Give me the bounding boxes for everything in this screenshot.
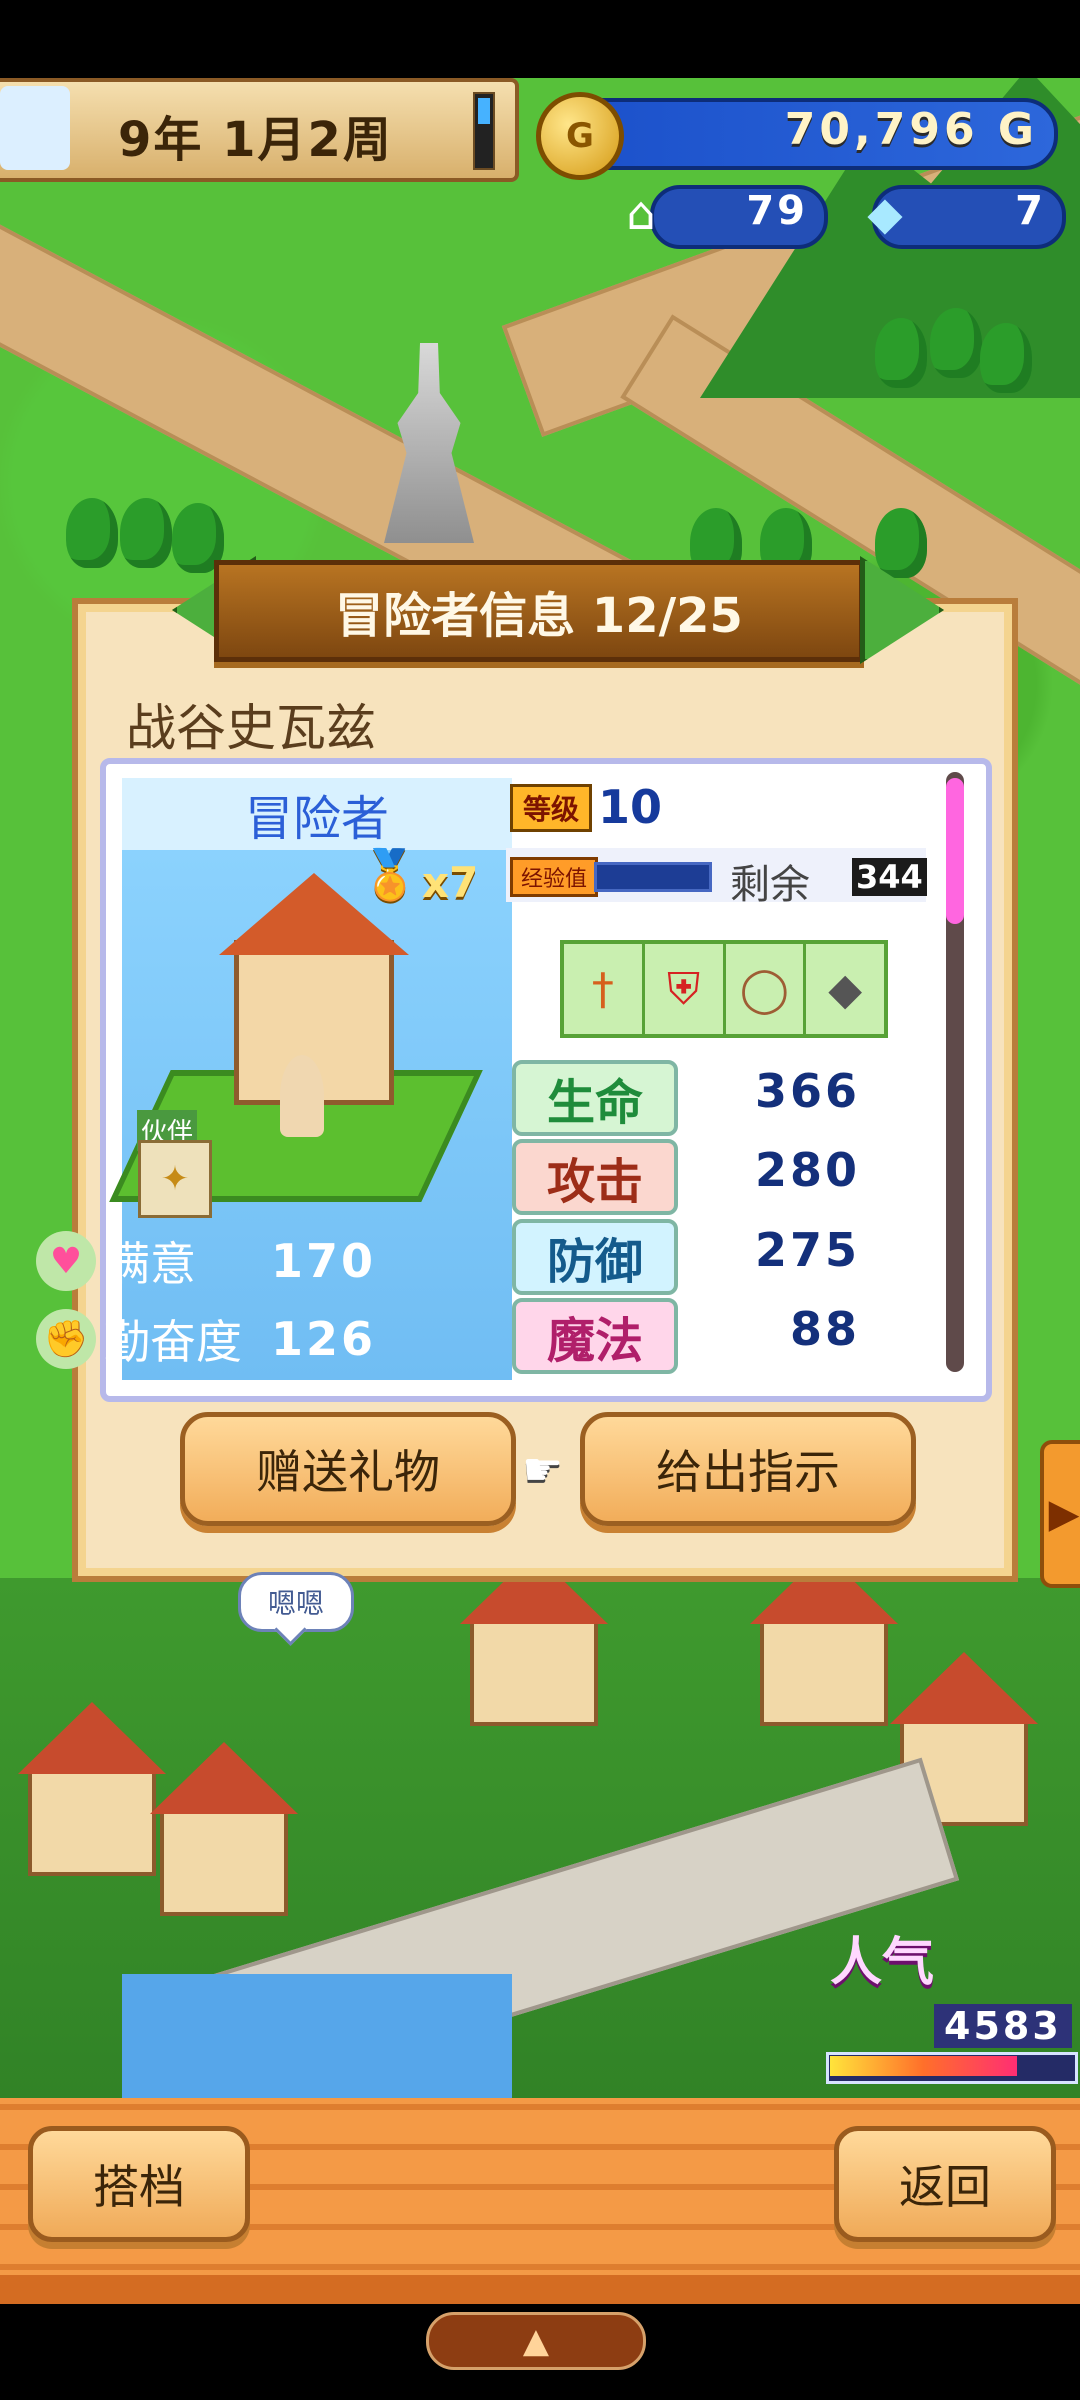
level-badge: 等级 (510, 784, 592, 832)
tree (120, 498, 172, 568)
satisfaction-label: 满意 (104, 1237, 196, 1291)
dialog-title: 冒险者信息 12/25 (214, 560, 864, 662)
stat-attack-value: 280 (754, 1143, 860, 1197)
popularity-label: 人气 (830, 1933, 935, 1993)
equipment-row[interactable]: † ⛨ ◯ ◆ (560, 940, 888, 1038)
pointing-hand-icon: ☛ (522, 1442, 564, 1496)
date-panel: 9年 1月2周 (0, 78, 519, 182)
stat-hp-value: 366 (754, 1064, 860, 1118)
stat-magic-label: 魔法 (512, 1298, 678, 1374)
crystal-icon: ◆ (867, 186, 903, 240)
ring-icon[interactable]: ◯ (726, 944, 807, 1034)
house-icon: ⌂ (626, 186, 656, 240)
heart-icon: ♥ (36, 1231, 96, 1291)
gold-value: 70,796 G (784, 104, 1038, 155)
stat-attack-label: 攻击 (512, 1139, 678, 1215)
house-count: 79 (746, 188, 808, 234)
stat-defense-label: 防御 (512, 1219, 678, 1295)
stat-magic-value: 88 (789, 1302, 860, 1356)
accessory-icon[interactable]: ◆ (806, 944, 884, 1034)
remaining-label: 剩余 (730, 862, 810, 908)
tree (66, 498, 118, 568)
diligence-value: 126 (270, 1312, 376, 1366)
back-button[interactable]: 返回 (834, 2126, 1056, 2242)
side-arrow-tab[interactable]: ▶ (1040, 1440, 1080, 1588)
status-bar (0, 0, 1080, 78)
adventurer-name: 战谷史瓦兹 (126, 699, 376, 757)
stat-hp-label: 生命 (512, 1060, 678, 1136)
adventurer-sprite (280, 1055, 324, 1137)
satisfaction-row: ♥ 满意 170 (36, 1224, 376, 1298)
house (470, 1618, 598, 1726)
gold-coin-icon: G (536, 92, 624, 180)
popularity-value: 4583 (934, 2004, 1072, 2048)
tree (930, 308, 982, 378)
experience-bar (594, 862, 712, 892)
sword-icon[interactable]: † (564, 944, 645, 1034)
give-gift-button[interactable]: 赠送礼物 (180, 1412, 516, 1526)
house (28, 1768, 156, 1876)
fist-icon: ✊ (36, 1309, 96, 1369)
class-label: 冒险者 (122, 778, 512, 850)
partner-button[interactable]: 搭档 (28, 2126, 250, 2242)
medal-icon: 🏅 (360, 847, 420, 903)
speech-bubble: 嗯嗯 (238, 1572, 354, 1632)
snowflake-icon (0, 86, 70, 170)
armor-icon[interactable]: ⛨ (645, 944, 726, 1034)
house (760, 1618, 888, 1726)
satisfaction-value: 170 (270, 1234, 376, 1288)
expand-up-button[interactable]: ▲ (426, 2312, 646, 2370)
remaining-value: 344 (852, 858, 927, 896)
season-meter (473, 92, 495, 170)
house (160, 1808, 288, 1916)
give-instruction-button[interactable]: 给出指示 (580, 1412, 916, 1526)
date-text: 9年 1月2周 (118, 112, 393, 168)
tree (875, 508, 927, 578)
diligence-row: ✊ 勤奋度 126 (36, 1302, 376, 1376)
tree (980, 323, 1032, 393)
experience-badge: 经验值 (510, 857, 598, 897)
crystal-count: 7 (1015, 188, 1046, 234)
scroll-thumb[interactable] (946, 778, 964, 924)
level-value: 10 (598, 780, 663, 834)
popularity-fill (830, 2056, 1018, 2076)
diligence-label: 勤奋度 (104, 1315, 242, 1369)
tree (875, 318, 927, 388)
medal-count: x7 (422, 858, 479, 907)
partner-icon[interactable]: ✦ (138, 1140, 212, 1218)
stat-defense-value: 275 (754, 1223, 860, 1277)
